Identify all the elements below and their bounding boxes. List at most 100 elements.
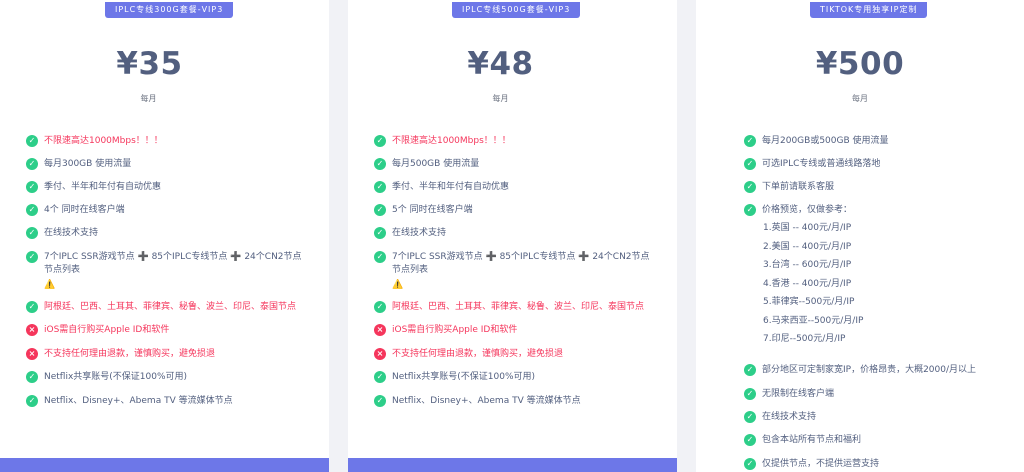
price-list-item: 3.台湾 -- 600元/月/IP [763,260,852,270]
check-circle-icon: ✓ [374,371,386,383]
check-circle-icon: ✓ [744,388,756,400]
x-circle-icon: × [374,324,386,336]
feature-item: ✓ 包含本站所有节点和福利 [744,434,1014,447]
feature-item: ✓ 季付、半年和年付有自动优惠 [26,181,306,194]
plan-period: 每月 [852,94,868,103]
feature-text: 季付、半年和年付有自动优惠 [392,182,510,192]
price-list-item: 7.印尼--500元/月/IP [763,334,846,344]
order-button[interactable] [348,458,677,472]
price-list-item: 1.英国 -- 400元/月/IP [763,223,852,233]
feature-item: ✓ 仅提供节点，不提供运营支持 [744,458,1014,471]
check-circle-icon: ✓ [744,135,756,147]
check-circle-icon: ✓ [26,395,38,407]
plan-card-vip3-500g: IPLC专线500G套餐-VIP3 ¥48 每月 ✓ 不限速高达1000Mbps！… [348,0,677,472]
check-circle-icon: ✓ [26,371,38,383]
feature-item: ✓ 无限制在线客户端 [744,388,1014,401]
feature-item: ✓ Netflix、Disney+、Abema TV 等流媒体节点 [26,395,306,408]
check-circle-icon: ✓ [26,135,38,147]
check-circle-icon: ✓ [26,158,38,170]
feature-text: 在线技术支持 [392,228,447,238]
plan-card-tiktok: TIKTOK专用独享IP定制 ¥500 每月 ✓ 每月200GB或500GB 使用… [696,0,1024,472]
check-circle-icon: ✓ [744,204,756,216]
check-circle-icon: ✓ [374,181,386,193]
plan-price: ¥500 [815,46,905,82]
feature-item: × 不支持任何理由退款，谨慎购买，避免损退 [374,348,654,361]
feature-text: Netflix、Disney+、Abema TV 等流媒体节点 [44,396,233,406]
feature-text: 不限速高达1000Mbps！！！ [44,136,163,146]
plan-period: 每月 [140,94,157,103]
feature-text: 5个 同时在线客户端 [392,205,473,215]
feature-text: 阿根廷、巴西、土耳其、菲律宾、秘鲁、波兰、印尼、泰国节点 [44,302,297,312]
feature-text: 在线技术支持 [44,228,99,238]
check-circle-icon: ✓ [374,135,386,147]
feature-text: 部分地区可定制家宽IP，价格昂贵，大概2000/月以上 [762,365,977,375]
check-circle-icon: ✓ [26,301,38,313]
feature-text: 不支持任何理由退款，谨慎购买，避免损退 [392,349,564,359]
check-circle-icon: ✓ [744,411,756,423]
feature-item: ✓ 不限速高达1000Mbps！！！ [374,135,654,148]
check-circle-icon: ✓ [744,434,756,446]
feature-text: 季付、半年和年付有自动优惠 [44,182,162,192]
feature-item: ✓ 季付、半年和年付有自动优惠 [374,181,654,194]
feature-text: 价格预览，仅做参考： [762,205,853,215]
check-circle-icon: ✓ [374,204,386,216]
feature-text: 无限制在线客户端 [762,389,835,399]
feature-text: 不限速高达1000Mbps！！！ [392,136,511,146]
price-list-item: 5.菲律宾--500元/月/IP [763,297,855,307]
plan-badge: IPLC专线500G套餐-VIP3 [452,2,581,18]
feature-item: ✓ 5个 同时在线客户端 [374,204,654,217]
warning-icon: ⚠️ [44,280,56,290]
feature-item: × iOS需自行购买Apple ID和软件 [374,324,654,337]
plan-badge: IPLC专线300G套餐-VIP3 [105,2,234,18]
feature-item: ✓ Netflix、Disney+、Abema TV 等流媒体节点 [374,395,654,408]
feature-text: 每月300GB 使用流量 [44,159,132,169]
price-list-item: 4.香港 -- 400元/月/IP [763,278,852,289]
check-circle-icon: ✓ [744,458,756,470]
feature-item: ✓ 在线技术支持 [744,411,1014,424]
check-circle-icon: ✓ [26,251,38,263]
feature-text: 4个 同时在线客户端 [44,205,125,215]
check-circle-icon: ✓ [744,364,756,376]
feature-text: 7个IPLC SSR游戏节点 ➕ 85个IPLC专线节点 ➕ 24个CN2节点节… [392,251,654,292]
feature-text: 阿根廷、巴西、土耳其、菲律宾、秘鲁、波兰、印尼、泰国节点 [392,302,645,312]
feature-item: ✓ Netflix共享账号(不保证100%可用) [374,371,654,384]
feature-item: ✓ 7个IPLC SSR游戏节点 ➕ 85个IPLC专线节点 ➕ 24个CN2节点… [26,251,306,292]
feature-text: Netflix共享账号(不保证100%可用) [392,372,536,382]
feature-item: ✓ 在线技术支持 [26,227,306,240]
feature-text: 仅提供节点，不提供运营支持 [762,459,880,469]
feature-text: 每月200GB或500GB 使用流量 [762,136,889,146]
check-circle-icon: ✓ [744,158,756,170]
feature-item: ✓ 每月200GB或500GB 使用流量 [744,135,1014,148]
check-circle-icon: ✓ [26,181,38,193]
feature-item: × 不支持任何理由退款，谨慎购买，避免损退 [26,348,306,361]
feature-text: 在线技术支持 [762,412,817,422]
warning-icon: ⚠️ [392,280,404,290]
check-circle-icon: ✓ [744,181,756,193]
feature-item: ✓ 不限速高达1000Mbps！！！ [26,135,306,148]
feature-item: ✓ 每月300GB 使用流量 [26,158,306,171]
feature-text: Netflix共享账号(不保证100%可用) [44,372,188,382]
plan-price: ¥48 [467,46,534,82]
check-circle-icon: ✓ [374,158,386,170]
plan-period: 每月 [492,94,509,103]
check-circle-icon: ✓ [26,227,38,239]
check-circle-icon: ✓ [26,204,38,216]
feature-item: ✓ 价格预览，仅做参考： [744,204,1014,217]
feature-text: 7个IPLC SSR游戏节点 ➕ 85个IPLC专线节点 ➕ 24个CN2节点节… [44,251,306,292]
feature-item: ✓ 下单前请联系客服 [744,181,1014,194]
feature-text: 可选IPLC专线或普通线路落地 [762,159,881,169]
feature-text: iOS需自行购买Apple ID和软件 [392,325,518,335]
x-circle-icon: × [26,324,38,336]
feature-item: ✓ 7个IPLC SSR游戏节点 ➕ 85个IPLC专线节点 ➕ 24个CN2节点… [374,251,654,292]
check-circle-icon: ✓ [374,227,386,239]
check-circle-icon: ✓ [374,301,386,313]
order-button[interactable] [0,458,329,472]
feature-text: iOS需自行购买Apple ID和软件 [44,325,170,335]
feature-text: Netflix、Disney+、Abema TV 等流媒体节点 [392,396,581,406]
plan-badge: TIKTOK专用独享IP定制 [810,2,928,18]
feature-text: 不支持任何理由退款，谨慎购买，避免损退 [44,349,216,359]
x-circle-icon: × [374,348,386,360]
plan-card-vip3-300g: IPLC专线300G套餐-VIP3 ¥35 每月 ✓ 不限速高达1000Mbps！… [0,0,329,472]
feature-text: 包含本站所有节点和福利 [762,435,862,445]
check-circle-icon: ✓ [374,395,386,407]
